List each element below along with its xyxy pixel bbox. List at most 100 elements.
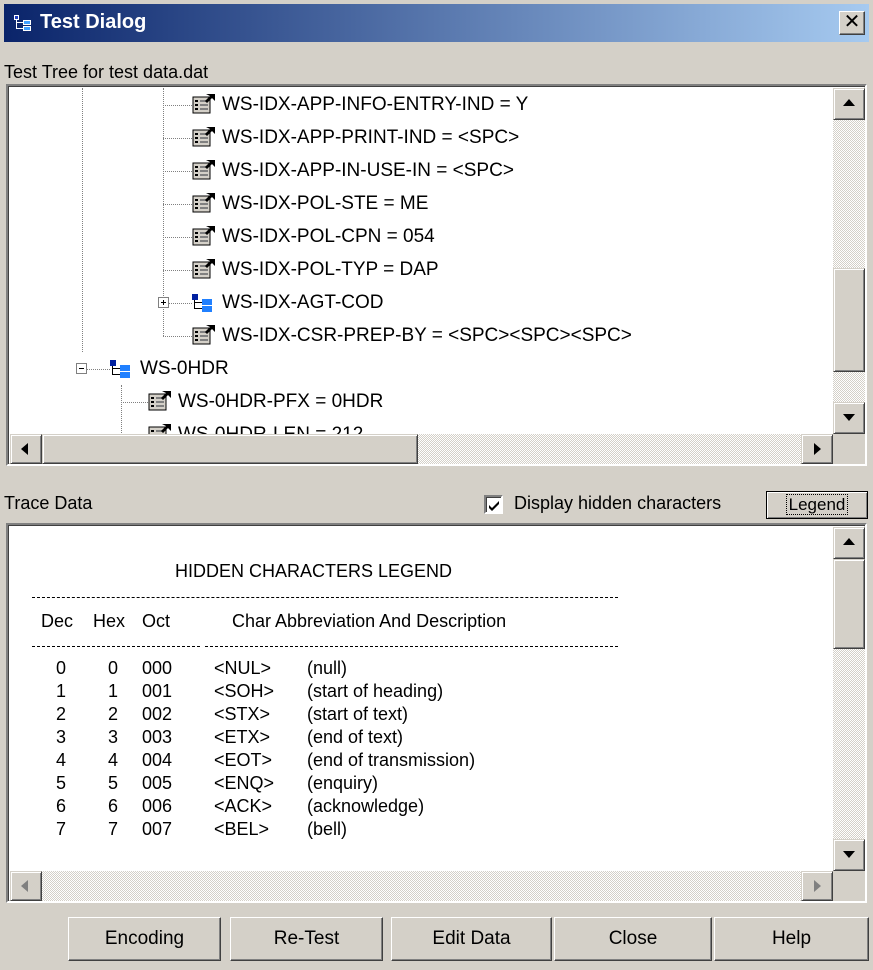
tree-field-node[interactable]: WS-IDX-APP-INFO-ENTRY-IND = Y: [8, 88, 828, 121]
hex-cell: 7: [108, 819, 119, 839]
property-sheet-icon: [192, 226, 215, 246]
tree-node-label: WS-0HDR: [140, 358, 229, 379]
tree-group-node[interactable]: WS-IDX-AGT-COD: [8, 286, 828, 319]
tree-node-label: WS-IDX-POL-STE = ME: [222, 193, 429, 214]
tree-connector: [121, 402, 148, 403]
header-rule-right: [205, 646, 618, 647]
property-sheet-icon: [192, 160, 215, 180]
abbreviation-cell: <BEL>: [214, 819, 270, 839]
tree-app-icon: [14, 15, 31, 31]
display-hidden-characters-checkbox[interactable]: [484, 495, 503, 514]
column-oct: Oct: [142, 611, 171, 631]
tree-field-node[interactable]: WS-IDX-POL-STE = ME: [8, 187, 828, 220]
oct-cell: 007: [142, 819, 173, 839]
trace-scroll-right-button[interactable]: [801, 871, 833, 901]
close-icon[interactable]: ✕: [839, 11, 865, 35]
tree-horizontal-scrollbar[interactable]: [10, 434, 833, 464]
window-title: Test Dialog: [40, 11, 147, 33]
column-dec: Dec: [41, 611, 74, 631]
tree-scroll-right-button[interactable]: [801, 434, 833, 464]
expand-icon[interactable]: [158, 297, 169, 308]
legend-row: 6 6 006 <ACK> (acknowledge): [8, 796, 828, 819]
tree-field-node[interactable]: WS-IDX-APP-PRINT-IND = <SPC>: [8, 121, 828, 154]
arrow-left-icon: [21, 880, 28, 892]
legend-row: 0 0 000 <NUL> (null): [8, 658, 828, 681]
test-tree: WS-IDX-APP-INFO-ENTRY-IND = Y WS-IDX-APP-…: [8, 86, 828, 445]
oct-cell: 005: [142, 773, 173, 793]
help-button[interactable]: Help: [714, 917, 869, 961]
tree-field-node[interactable]: WS-IDX-POL-CPN = 054: [8, 220, 828, 253]
abbreviation-cell: <ACK>: [214, 796, 273, 816]
legend-row: 1 1 001 <SOH> (start of heading): [8, 681, 828, 704]
hex-cell: 2: [108, 704, 119, 724]
tree-field-node[interactable]: WS-IDX-APP-IN-USE-IN = <SPC>: [8, 154, 828, 187]
tree-field-node[interactable]: WS-IDX-POL-TYP = DAP: [8, 253, 828, 286]
test-dialog-window: Test Dialog ✕ Test Tree for test data.da…: [0, 0, 873, 970]
trace-data-content: HIDDEN CHARACTERS LEGEND Dec Hex Oct Cha…: [8, 525, 833, 871]
legend-title: HIDDEN CHARACTERS LEGEND: [175, 561, 453, 581]
collapse-icon[interactable]: [76, 363, 87, 374]
tree-scroll-up-button[interactable]: [833, 88, 865, 120]
legend-row: 7 7 007 <BEL> (bell): [8, 819, 828, 842]
oct-cell: 006: [142, 796, 173, 816]
hex-cell: 3: [108, 727, 119, 747]
oct-cell: 004: [142, 750, 173, 770]
trace-scroll-thumb[interactable]: [833, 559, 865, 649]
tree-field-node[interactable]: WS-0HDR-PFX = 0HDR: [8, 385, 828, 418]
tree-connector: [163, 270, 192, 271]
trace-data-label: Trace Data: [4, 493, 93, 513]
hex-cell: 4: [108, 750, 119, 770]
hex-cell: 1: [108, 681, 119, 701]
abbreviation-cell: <SOH>: [214, 681, 275, 701]
edit-data-button[interactable]: Edit Data: [391, 917, 552, 961]
description-cell: (end of text): [307, 727, 404, 747]
trace-vertical-scrollbar[interactable]: [833, 527, 865, 871]
dec-cell: 4: [56, 750, 67, 770]
title-bar[interactable]: Test Dialog ✕: [4, 4, 869, 42]
scrollbar-corner: [833, 434, 865, 464]
test-tree-panel[interactable]: WS-IDX-APP-INFO-ENTRY-IND = Y WS-IDX-APP-…: [6, 84, 867, 466]
tree-connector: [163, 204, 192, 205]
oct-cell: 003: [142, 727, 173, 747]
trace-scroll-down-button[interactable]: [833, 839, 865, 871]
tree-vertical-scrollbar[interactable]: [833, 88, 865, 434]
trace-scroll-left-button[interactable]: [10, 871, 42, 901]
column-hex: Hex: [93, 611, 126, 631]
trace-data-panel[interactable]: HIDDEN CHARACTERS LEGEND Dec Hex Oct Cha…: [6, 523, 867, 903]
hex-cell: 6: [108, 796, 119, 816]
description-cell: (start of text): [307, 704, 409, 724]
dec-cell: 0: [56, 658, 67, 678]
legend-button[interactable]: Legend: [766, 491, 868, 519]
retest-button[interactable]: Re-Test: [230, 917, 383, 961]
abbreviation-cell: <ENQ>: [214, 773, 275, 793]
tree-group-icon: [110, 360, 130, 378]
tree-group-node[interactable]: WS-0HDR: [8, 352, 828, 385]
oct-cell: 002: [142, 704, 173, 724]
description-cell: (bell): [307, 819, 348, 839]
dec-cell: 2: [56, 704, 67, 724]
dec-cell: 6: [56, 796, 67, 816]
tree-scroll-thumb[interactable]: [833, 268, 865, 372]
header-rule-left: [32, 646, 200, 647]
property-sheet-icon: [192, 94, 215, 114]
arrow-down-icon: [843, 851, 855, 858]
tree-scroll-left-button[interactable]: [10, 434, 42, 464]
arrow-up-icon: [843, 538, 855, 545]
trace-scroll-up-button[interactable]: [833, 527, 865, 559]
checkmark-icon: [489, 501, 499, 511]
trace-horizontal-scrollbar[interactable]: [10, 871, 833, 901]
property-sheet-icon: [192, 259, 215, 279]
tree-connector: [163, 336, 192, 337]
tree-field-node[interactable]: WS-IDX-CSR-PREP-BY = <SPC><SPC><SPC>: [8, 319, 828, 352]
property-sheet-icon: [192, 325, 215, 345]
arrow-up-icon: [843, 99, 855, 106]
tree-node-label: WS-IDX-APP-INFO-ENTRY-IND = Y: [222, 94, 529, 115]
tree-scroll-down-button[interactable]: [833, 402, 865, 434]
tree-hscroll-thumb[interactable]: [42, 434, 418, 464]
display-hidden-characters-label[interactable]: Display hidden characters: [514, 493, 721, 514]
hex-cell: 0: [108, 658, 119, 678]
description-cell: (acknowledge): [307, 796, 425, 816]
tree-node-label: WS-IDX-POL-CPN = 054: [222, 226, 435, 247]
encoding-button[interactable]: Encoding: [68, 917, 221, 961]
close-button[interactable]: Close: [554, 917, 712, 961]
